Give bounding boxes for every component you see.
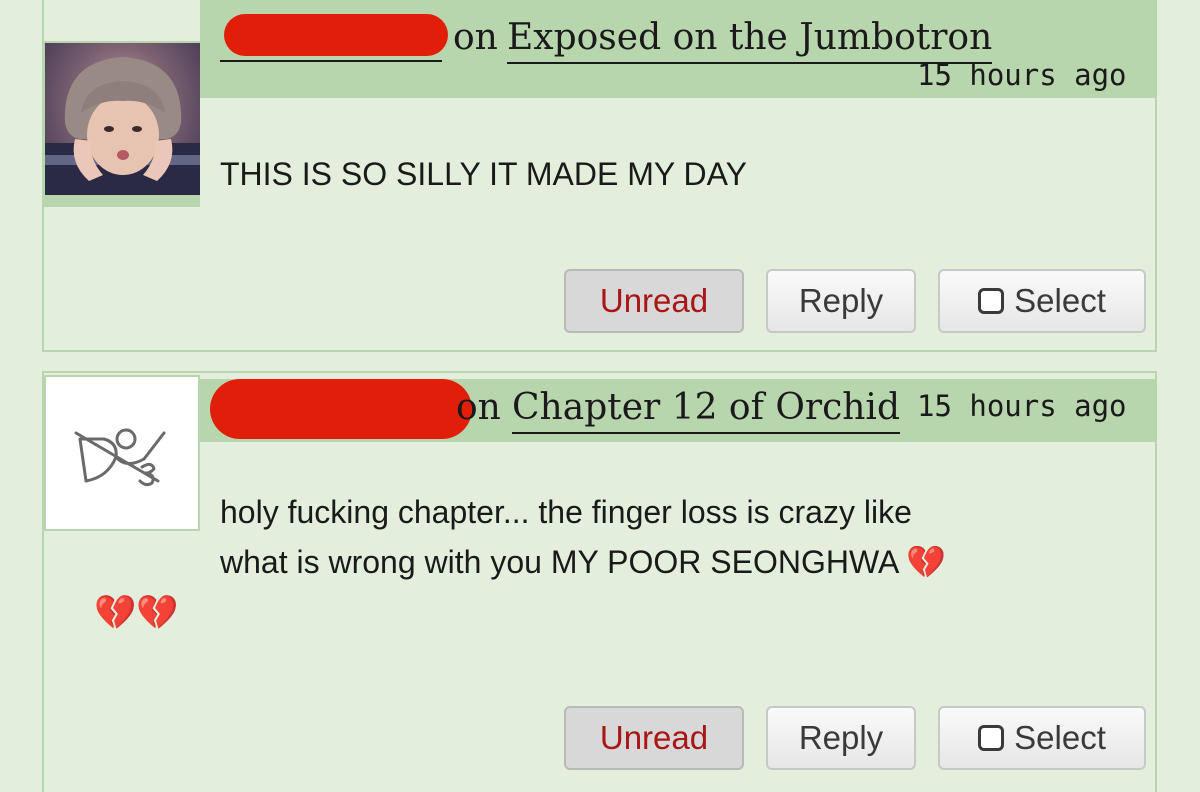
checkbox-icon[interactable] [978, 725, 1005, 751]
comment-body-line: what is wrong with you MY POOR SEONGHWA … [220, 537, 1120, 587]
on-label: on [456, 387, 501, 428]
work-title-link[interactable]: Chapter 12 of Orchid [512, 388, 900, 434]
timestamp: 15 hours ago [917, 389, 1127, 423]
select-button-label: Select [1014, 282, 1106, 319]
redacted-username [224, 14, 448, 56]
unread-button-label: Unread [599, 282, 709, 319]
comment-body-line-text: what is wrong with you MY POOR SEONGHWA [220, 544, 898, 580]
timestamp: 15 hours ago [917, 58, 1127, 92]
avatar[interactable] [46, 377, 198, 529]
comment-header: on Chapter 12 of Orchid 15 hours ago [200, 379, 1157, 442]
reply-button-label: Reply [798, 719, 884, 756]
select-button[interactable]: Select [938, 706, 1146, 770]
avatar[interactable] [45, 43, 200, 195]
broken-heart-icon: 💔💔 [94, 593, 179, 633]
avatar-frame: 💔💔 [44, 375, 200, 633]
comment-body: THIS IS SO SILLY IT MADE MY DAY [220, 149, 1120, 199]
broken-heart-icon: 💔 [906, 543, 947, 581]
unread-button[interactable]: Unread [564, 269, 744, 333]
username-underline [220, 60, 442, 62]
comment-body: holy fucking chapter... the finger loss … [220, 487, 1120, 587]
reply-button-label: Reply [798, 282, 884, 319]
reply-button[interactable]: Reply [766, 269, 916, 333]
reply-button[interactable]: Reply [766, 706, 916, 770]
select-button[interactable]: Select [938, 269, 1146, 333]
unread-button[interactable]: Unread [564, 706, 744, 770]
comment-item: on Exposed on the Jumbotron 15 hours ago… [42, 0, 1157, 352]
unread-button-label: Unread [599, 719, 709, 756]
sketch-logo-icon [74, 428, 166, 487]
on-label: on [453, 17, 498, 58]
comment-item: 💔💔 on Chapter 12 of Orchid 15 hours ago … [42, 371, 1157, 792]
checkbox-icon[interactable] [978, 288, 1005, 314]
redacted-username [210, 379, 472, 439]
user-photo-icon [45, 57, 200, 195]
comment-body-line: THIS IS SO SILLY IT MADE MY DAY [220, 156, 747, 192]
comment-header: on Exposed on the Jumbotron 15 hours ago [200, 0, 1157, 98]
comment-body-line: holy fucking chapter... the finger loss … [220, 494, 912, 530]
avatar-frame [44, 41, 200, 207]
select-button-label: Select [1014, 719, 1106, 756]
